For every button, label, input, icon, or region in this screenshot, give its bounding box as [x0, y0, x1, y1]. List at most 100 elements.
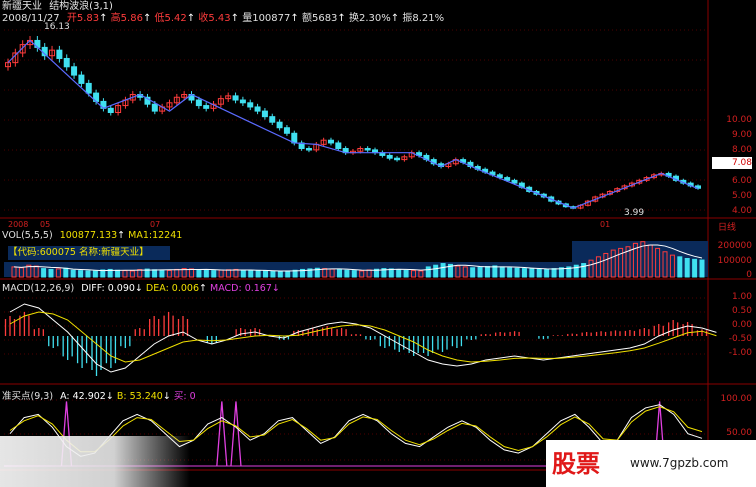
candle-body: [63, 57, 70, 68]
candle-body: [269, 116, 276, 123]
volume-ytick-2: 0: [746, 270, 752, 280]
watermark-brand: 股票: [552, 450, 600, 478]
low-arrow-icon: ↑: [186, 13, 196, 24]
candle-body: [85, 82, 92, 94]
volume-bar: [48, 268, 54, 278]
wave-structure-line: [7, 39, 699, 209]
volume-bar: [159, 269, 165, 278]
macd-dea: DEA: 0.006: [145, 283, 199, 294]
volume-bar: [507, 267, 513, 278]
amount-arrow-icon: ↑: [337, 13, 346, 24]
macd-ytick-0: 1.00: [731, 292, 752, 302]
indicator-name: 结构波浪(3,1): [49, 1, 113, 12]
macd-ytick-4: -1.00: [728, 348, 752, 358]
volume-bar: [492, 265, 498, 278]
candle-body: [364, 148, 371, 151]
candle-body: [335, 142, 342, 150]
stock-code-banner: 【代码:600075 名称:新疆天业】: [8, 246, 170, 260]
dea-arrow-icon: ↑: [199, 283, 207, 294]
volume-bar: [63, 267, 69, 278]
candle-body: [78, 74, 85, 84]
volume-bar: [203, 269, 209, 278]
kdj-buy: 买: 0: [173, 391, 196, 402]
volume-bar: [514, 267, 520, 278]
candle-body: [386, 154, 393, 159]
volume-label: 量: [242, 13, 253, 24]
open-arrow-icon: ↑: [99, 13, 108, 24]
candle-body: [71, 66, 78, 76]
amplitude-label: 振: [402, 13, 413, 24]
candle-body: [195, 99, 202, 107]
watermark-box: 股票 www.7gpzb.com: [546, 440, 756, 487]
watermark-url: www.7gpzb.com: [630, 456, 729, 470]
candle-body: [394, 157, 401, 161]
price-ytick-2: 8.00: [731, 145, 752, 155]
volume-bar: [115, 269, 121, 278]
header-title-row: 新疆天业 结构波浪(3,1): [2, 1, 113, 13]
candle-body: [247, 102, 254, 108]
volume-ytick-1: 100000: [717, 256, 752, 266]
volume-bar: [240, 269, 246, 278]
candle-body: [151, 103, 158, 112]
volume-bar: [544, 268, 550, 278]
volume-bar: [551, 268, 557, 278]
volume-bar: [470, 267, 476, 278]
b-arrow-icon: ↓: [162, 391, 171, 402]
volume-bar: [425, 266, 431, 278]
a-arrow-icon: ↓: [105, 391, 114, 402]
stock-name: 新疆天业: [2, 1, 42, 12]
chart-canvas: [0, 0, 756, 471]
macd-title: MACD(12,26,9): [2, 283, 75, 294]
volume-bar: [440, 263, 446, 278]
volume-bar: [477, 266, 483, 278]
turnover-arrow-icon: ↑: [390, 13, 400, 24]
candle-body: [276, 121, 283, 129]
macd-ytick-3: -0.50: [728, 334, 752, 344]
price-high-mark: 16.13: [44, 22, 70, 32]
volume-bar: [277, 270, 283, 278]
turnover-label: 换: [349, 13, 359, 24]
volume-bar: [684, 258, 690, 278]
volume-bar: [92, 270, 98, 278]
macd-diff: DIFF: 0.090: [81, 283, 135, 294]
open-value: 5.83: [76, 13, 100, 24]
volume-bar: [499, 266, 505, 278]
volume-bar: [344, 269, 350, 278]
volume-bar: [396, 269, 402, 278]
kdj-title: 准买点(9,3): [2, 391, 54, 402]
price-ytick-6: 4.00: [731, 206, 752, 216]
faded-tab-overlay: [0, 436, 190, 487]
kdj-b: B: 53.240: [116, 391, 163, 402]
candle-body: [203, 105, 210, 109]
candle-body: [283, 127, 290, 134]
volume-bar: [677, 256, 683, 278]
candle-body: [239, 99, 246, 104]
candle-body: [254, 106, 261, 112]
volume-bar: [351, 270, 357, 278]
volume-bar: [70, 269, 76, 278]
volume-bar: [41, 268, 47, 278]
volume-bar: [255, 270, 261, 278]
volume-bar: [248, 270, 254, 278]
volume-current: 100877.133: [59, 230, 118, 241]
volume-bar: [692, 258, 698, 278]
volume-bar: [337, 269, 343, 278]
diff-arrow-icon: ↓: [134, 283, 143, 294]
volume-bar: [270, 270, 276, 278]
volume-bar: [388, 268, 394, 278]
amplitude-value: 8.21%: [412, 13, 445, 24]
price-ytick-5: 5.00: [731, 191, 752, 201]
amount-label: 额: [301, 13, 312, 24]
current-price-badge: 7.08: [712, 157, 752, 169]
candle-body: [511, 179, 518, 184]
volume-bar: [433, 264, 439, 278]
timeframe-daily-tab[interactable]: 日线: [718, 220, 736, 233]
date-label-0: 2008: [8, 220, 29, 229]
volume-bar: [152, 269, 158, 278]
volume-title: VOL(5,5,5): [2, 230, 53, 241]
turnover-value: 2.30%: [359, 13, 391, 24]
candle-body: [261, 110, 268, 118]
volume-bar: [536, 268, 542, 278]
volume-bar: [521, 268, 527, 278]
amount-value: 5683: [311, 13, 338, 24]
